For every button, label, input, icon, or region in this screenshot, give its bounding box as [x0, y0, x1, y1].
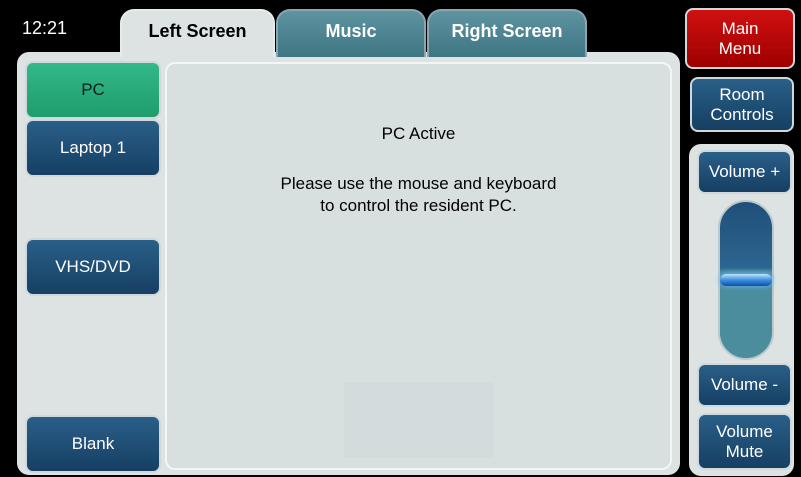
volume-mute-button[interactable]: Volume Mute: [697, 413, 792, 470]
source-pc-button[interactable]: PC: [25, 61, 161, 119]
source-blank-button[interactable]: Blank: [25, 415, 161, 473]
source-laptop-1-button[interactable]: Laptop 1: [25, 119, 161, 177]
clock: 12:21: [22, 18, 68, 38]
status-title: PC Active: [381, 124, 456, 143]
volume-slider-knob[interactable]: [720, 274, 772, 286]
source-vhs-dvd-button[interactable]: VHS/DVD: [25, 238, 161, 296]
volume-mute-label: Volume Mute: [716, 421, 773, 461]
main-menu-label: Main Menu: [718, 18, 762, 58]
preview-placeholder: [344, 382, 494, 458]
volume-slider-fill: [720, 286, 772, 358]
room-controls-label: Room Controls: [710, 84, 774, 124]
main-menu-button[interactable]: Main Menu: [685, 8, 795, 69]
room-controls-button[interactable]: Room Controls: [690, 77, 794, 132]
volume-down-button[interactable]: Volume -: [697, 363, 792, 407]
tab-left-screen[interactable]: Left Screen: [120, 9, 275, 57]
instruction-line-1: Please use the mouse and keyboard: [280, 174, 557, 193]
tab-music[interactable]: Music: [276, 9, 426, 57]
instruction-line-2: to control the resident PC.: [320, 196, 517, 215]
volume-up-button[interactable]: Volume +: [697, 150, 792, 194]
content-area: PC Active Please use the mouse and keybo…: [165, 62, 672, 470]
tab-right-screen[interactable]: Right Screen: [427, 9, 587, 57]
